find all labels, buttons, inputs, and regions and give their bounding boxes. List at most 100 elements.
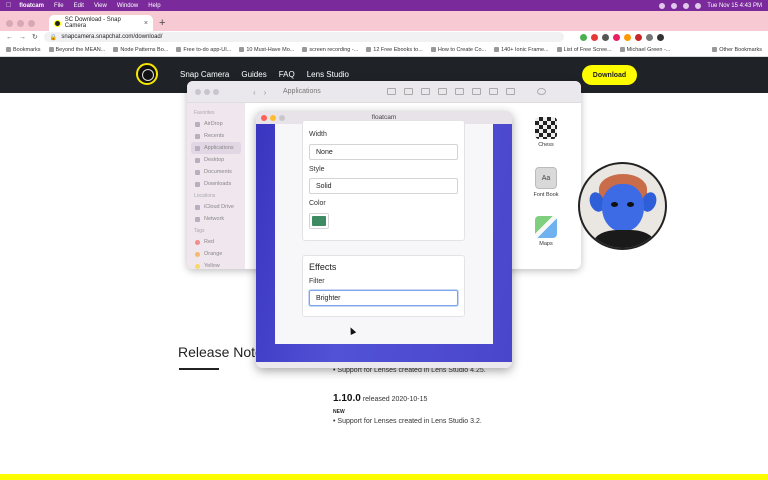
webcam-bubble[interactable] [578,162,667,250]
address-url: snapcamera.snapchat.com/download/ [61,34,163,40]
bookmark-item[interactable]: Bookmarks [6,47,41,53]
color-picker[interactable] [309,213,329,229]
bookmark-item[interactable]: Node Patterns Bo... [113,47,168,53]
nav-guides[interactable]: Guides [241,70,266,79]
status-icon[interactable] [659,2,666,9]
extension-icon[interactable] [590,33,598,41]
nav-faq[interactable]: FAQ [279,70,295,79]
menu-edit[interactable]: Edit [74,3,84,9]
apple-icon[interactable]:  [6,2,11,9]
settings-panel[interactable]: Width None Style Solid Color Effects Fil… [275,120,493,344]
sidebar-section-locations: Locations [194,193,216,199]
avatar-body [594,230,654,248]
sidebar-tag-yellow[interactable]: Yellow [191,260,241,269]
back-icon[interactable]: ← [6,34,13,41]
browser-tab-active[interactable]: SC Download - Snap Camera × [49,15,153,31]
sidebar-item-documents[interactable]: Documents [191,166,241,178]
chevron-right-icon[interactable]: › [264,88,267,97]
color-label: Color [309,200,326,207]
sidebar-tag-red[interactable]: Red [191,236,241,248]
list-view-icon[interactable] [404,88,413,95]
desktop-icon [195,157,200,163]
nav-lens-studio[interactable]: Lens Studio [307,70,349,79]
search-icon[interactable] [537,88,546,95]
floatcam-background: Width None Style Solid Color Effects Fil… [256,120,512,362]
finder-zoom-button[interactable] [213,88,219,95]
download-icon [195,181,200,187]
minimize-window-button[interactable] [17,19,24,27]
sidebar-item-icloud[interactable]: iCloud Drive [191,201,241,213]
bookmark-item[interactable]: 12 Free Ebooks to... [366,47,423,53]
bottom-accent-bar [0,474,768,480]
control-center-icon[interactable] [695,2,702,9]
version-heading: 1.10.0 released 2020-10-15 [333,393,427,404]
bookmark-item[interactable]: screen recording -... [302,47,358,53]
battery-icon[interactable] [683,2,690,9]
menu-window[interactable]: Window [117,3,138,9]
menubar-status-area: Tue Nov 15 4:43 PM [659,2,762,9]
finder-nav: ‹ › [253,88,266,97]
chevron-left-icon[interactable]: ‹ [253,88,256,97]
download-button[interactable]: Download [582,65,637,85]
bookmark-item[interactable]: Beyond the MEAN... [48,47,105,53]
style-select[interactable]: Solid [309,178,458,194]
maps-app-icon [535,216,557,238]
app-maps[interactable]: Maps [526,216,566,247]
sidebar-item-desktop[interactable]: Desktop [191,154,241,166]
zoom-window-button[interactable] [28,19,35,27]
extension-icon[interactable] [612,33,620,41]
snap-camera-logo-icon[interactable] [136,63,158,85]
menu-view[interactable]: View [94,3,107,9]
sidebar-item-network[interactable]: Network [191,213,241,225]
bookmark-item[interactable]: List of Free Scree... [556,47,612,53]
menu-app-name[interactable]: floatcam [19,3,44,9]
bookmark-item[interactable]: Free to-do app-UI... [176,47,231,53]
reload-icon[interactable]: ↻ [32,33,38,41]
wifi-icon[interactable] [671,2,678,9]
avatar-eye-left [611,202,618,207]
icon-view-icon[interactable] [387,88,396,95]
avatar-eye-right [627,202,634,207]
release-title-underline [179,368,219,370]
sidebar-item-airdrop[interactable]: AirDrop [191,118,241,130]
more-icon[interactable] [506,88,515,95]
profile-avatar-icon[interactable] [656,33,664,41]
extension-icon[interactable] [623,33,631,41]
menu-file[interactable]: File [54,3,64,9]
filter-select[interactable]: Brighter [309,290,458,306]
finder-minimize-button[interactable] [204,88,210,95]
tab-close-icon[interactable]: × [144,20,148,27]
forward-icon[interactable]: → [19,34,26,41]
new-tab-button[interactable]: + [159,15,165,31]
tag-icon[interactable] [489,88,498,95]
sidebar-item-recents[interactable]: Recents [191,130,241,142]
share-icon[interactable] [472,88,481,95]
sidebar-item-downloads[interactable]: Downloads [191,178,241,190]
finder-toolbar [387,88,546,95]
group-icon[interactable] [455,88,464,95]
menubar-clock[interactable]: Tue Nov 15 4:43 PM [707,3,762,9]
address-bar[interactable]: 🔒 snapcamera.snapchat.com/download/ [43,32,564,42]
bookmark-favicon-icon [113,47,119,52]
bookmark-item[interactable]: Michael Green -... [619,47,670,53]
bookmark-item[interactable]: 140+ Ionic Frame... [494,47,549,53]
bookmark-item[interactable]: How to Create Co... [430,47,486,53]
sidebar-item-applications[interactable]: Applications [191,142,241,154]
column-view-icon[interactable] [421,88,430,95]
puzzle-icon[interactable] [645,33,653,41]
app-font-book[interactable]: Aa Font Book [526,167,566,198]
sidebar-tag-orange[interactable]: Orange [191,248,241,260]
app-chess[interactable]: Chess [526,117,566,148]
release-bullet: • Support for Lenses created in Lens Stu… [333,418,482,425]
width-select[interactable]: None [309,144,458,160]
menu-help[interactable]: Help [148,3,160,9]
extension-icon[interactable] [601,33,609,41]
nav-snap-camera[interactable]: Snap Camera [180,70,229,79]
other-bookmarks[interactable]: Other Bookmarks [712,47,762,53]
finder-close-button[interactable] [195,88,201,95]
extension-icon[interactable] [634,33,642,41]
bookmark-item[interactable]: 10 Must-Have Mo... [239,47,294,53]
close-window-button[interactable] [6,19,13,27]
extension-icon[interactable] [579,33,587,41]
gallery-view-icon[interactable] [438,88,447,95]
